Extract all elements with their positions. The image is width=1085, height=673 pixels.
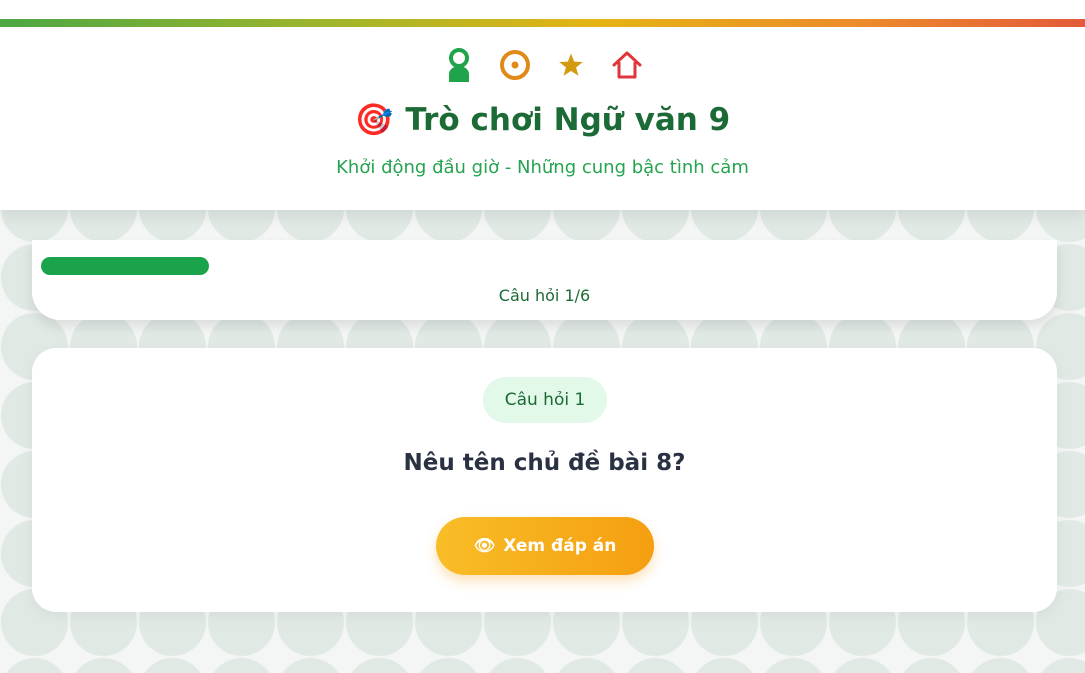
home-icon[interactable] <box>610 47 644 83</box>
header-icon-row <box>0 47 1085 83</box>
eye-icon: 👁 <box>473 536 496 556</box>
show-answer-button[interactable]: 👁 Xem đáp án <box>436 517 654 575</box>
progress-label: Câu hỏi 1/6 <box>498 286 591 305</box>
progress-bar-fill <box>41 257 209 275</box>
header-gradient-bar <box>0 19 1085 27</box>
user-icon[interactable] <box>442 47 476 83</box>
page-subtitle: Khởi động đầu giờ - Những cung bậc tình … <box>336 157 749 178</box>
progress-card: Câu hỏi 1/6 <box>32 240 1057 320</box>
page-title: 🎯 Trò chơi Ngữ văn 9 <box>0 98 1085 142</box>
progress-bar <box>41 257 1048 275</box>
question-card: Câu hỏi 1 Nêu tên chủ đề bài 8? 👁 Xem đá… <box>32 348 1057 612</box>
target-ring-icon[interactable] <box>498 47 532 83</box>
star-icon[interactable] <box>554 47 588 83</box>
target-emoji-icon: 🎯 <box>354 102 394 138</box>
header: 🎯 Trò chơi Ngữ văn 9 Khởi động đầu giờ -… <box>0 0 1085 210</box>
question-text: Nêu tên chủ đề bài 8? <box>403 450 686 476</box>
page-title-text: Trò chơi Ngữ văn 9 <box>405 102 731 138</box>
show-answer-label: Xem đáp án <box>503 536 617 556</box>
question-number-badge: Câu hỏi 1 <box>483 377 607 423</box>
